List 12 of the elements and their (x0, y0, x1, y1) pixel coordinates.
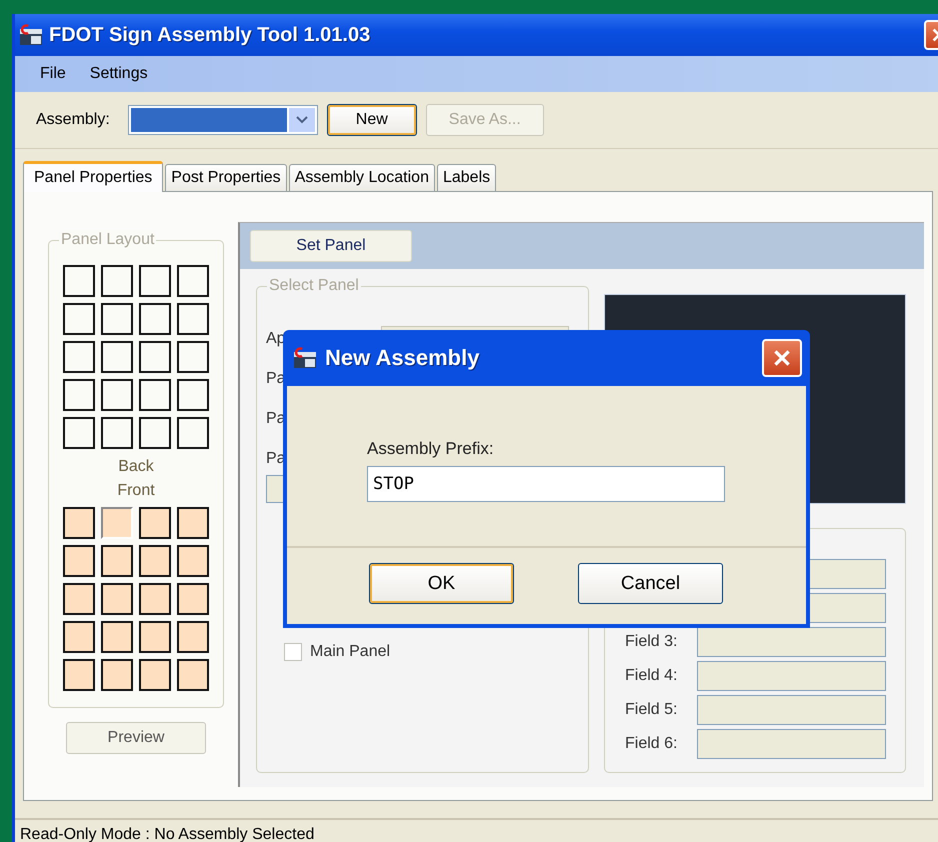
field-label: Field 4: (625, 667, 678, 685)
back-label: Back (118, 457, 154, 477)
field-label: Field 3: (625, 633, 678, 651)
window-title: FDOT Sign Assembly Tool 1.01.03 (49, 24, 370, 46)
status-text: Read-Only Mode : No Assembly Selected (15, 818, 938, 842)
dialog-title: New Assembly (325, 345, 480, 371)
prefix-label: Assembly Prefix: (367, 438, 495, 460)
field-label: Field 6: (625, 735, 678, 753)
front-label: Front (117, 481, 155, 501)
field-label: Field 5: (625, 701, 678, 719)
assembly-label: Assembly: (36, 111, 110, 129)
group-title: Panel Layout (59, 230, 156, 250)
